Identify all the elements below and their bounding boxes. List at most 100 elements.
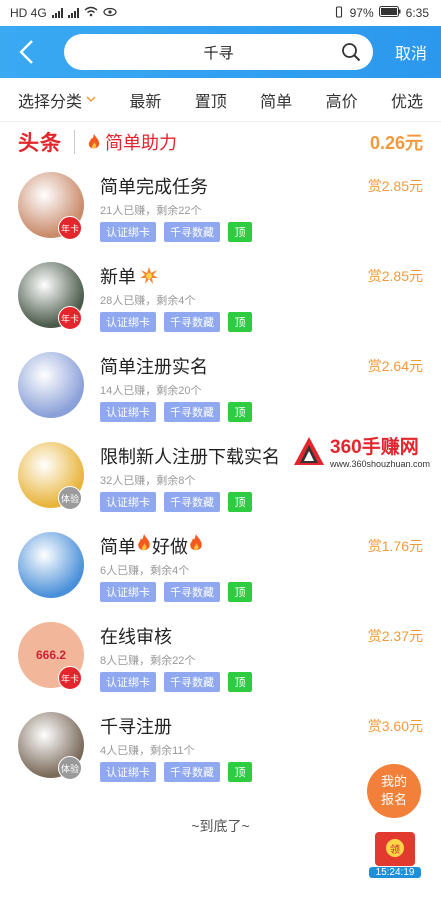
battery-percent: 97% xyxy=(349,6,374,20)
avatar: 年卡 xyxy=(18,262,84,330)
task-title-line: 新单 赏2.85元 xyxy=(100,262,423,290)
headline-badge: 头条 xyxy=(18,132,62,155)
task-chip: 顶 xyxy=(228,672,252,692)
headline-title-text: 简单助力 xyxy=(105,133,177,153)
task-title: 限制新人注册下载实名 xyxy=(100,443,280,469)
task-chip: 千寻数藏 xyxy=(164,672,220,692)
filter-latest[interactable]: 最新 xyxy=(129,88,161,112)
task-meta: 8人已赚，剩余22个 xyxy=(100,655,196,667)
task-title-text: 新单 xyxy=(100,267,136,287)
task-info: 新单 赏2.85元 28人已赚，剩余4个 认证绑卡 千寻数藏顶 xyxy=(100,262,423,332)
signal-icon-2 xyxy=(67,8,79,18)
task-meta: 14人已赚，剩余20个 xyxy=(100,385,202,397)
task-row[interactable]: 简单注册实名 赏2.64元 14人已赚，剩余20个认证绑卡 千寻数藏顶 xyxy=(18,342,423,432)
task-chip: 认证绑卡 xyxy=(100,672,156,692)
fire-icon xyxy=(190,534,202,551)
status-left: HD 4G xyxy=(10,6,117,20)
task-row[interactable]: 年卡 新单 赏2.85元 28人已赚，剩余4个 认证绑卡 千寻数藏顶 xyxy=(18,252,423,342)
task-row[interactable]: 简单 好做 赏1.76元 6人已赚，剩余4个认证绑卡 千寻数藏顶 xyxy=(18,522,423,612)
task-reward: 赏2.85元 xyxy=(367,268,423,284)
filter-simple[interactable]: 简单 xyxy=(260,88,292,112)
red-envelope-button[interactable]: 领 15:24:19 xyxy=(369,832,421,878)
fire-icon xyxy=(88,134,100,149)
coin-icon: 领 xyxy=(386,839,404,857)
my-signup-line2: 报名 xyxy=(380,792,407,807)
avatar-badge: 年卡 xyxy=(58,216,82,240)
eye-icon xyxy=(103,6,117,20)
battery-icon xyxy=(378,6,401,20)
task-reward: 赏2.37元 xyxy=(367,628,423,644)
task-chip: 顶 xyxy=(228,762,252,782)
task-list: 年卡 简单完成任务 赏2.85元 21人已赚，剩余22个 认证绑卡 千寻数藏顶年卡 新单 赏2… xyxy=(0,162,441,792)
task-chip: 顶 xyxy=(228,222,252,242)
task-chip: 千寻数藏 xyxy=(164,402,220,422)
search-input[interactable]: 千寻 xyxy=(64,34,373,70)
headline-price: 0.26元 xyxy=(369,133,423,153)
task-reward: 赏2.85元 xyxy=(367,178,423,194)
task-chip: 认证绑卡 xyxy=(100,402,156,422)
task-chip: 千寻数藏 xyxy=(164,492,220,512)
task-meta: 32人已赚，剩余8个 xyxy=(100,475,196,487)
task-meta: 6人已赚，剩余4个 xyxy=(100,565,190,577)
task-chips: 认证绑卡 千寻数藏顶 xyxy=(100,582,423,602)
search-query: 千寻 xyxy=(203,44,234,62)
avatar-badge: 体验 xyxy=(58,486,82,510)
task-info: 在线审核 赏2.37元 8人已赚，剩余22个认证绑卡 千寻数藏顶 xyxy=(100,622,423,692)
task-chip: 顶 xyxy=(228,492,252,512)
watermark-brand: 360手赚网 xyxy=(330,437,419,458)
filter-high-price[interactable]: 高价 xyxy=(326,88,358,112)
task-chip: 顶 xyxy=(228,312,252,332)
task-title-line: 在线审核 赏2.37元 xyxy=(100,622,423,650)
filter-preferred[interactable]: 优选 xyxy=(391,88,423,112)
my-signup-button[interactable]: 我的 报名 xyxy=(367,764,421,818)
avatar-badge: 体验 xyxy=(58,756,82,780)
task-chip: 认证绑卡 xyxy=(100,582,156,602)
task-chip: 顶 xyxy=(228,402,252,422)
task-chip: 顶 xyxy=(228,582,252,602)
task-chip: 认证绑卡 xyxy=(100,762,156,782)
task-title: 在线审核 xyxy=(100,623,172,649)
avatar: 年卡 xyxy=(18,172,84,240)
task-reward: 赏3.60元 xyxy=(367,718,423,734)
avatar-image xyxy=(18,352,84,418)
task-title-text: 简单 好做 xyxy=(100,533,204,559)
task-chip: 千寻数藏 xyxy=(164,312,220,332)
task-meta: 4人已赚，剩余11个 xyxy=(100,745,195,757)
task-chip: 千寻数藏 xyxy=(164,762,220,782)
task-title-line: 简单 好做 赏1.76元 xyxy=(100,532,423,560)
avatar xyxy=(18,532,84,598)
task-title-text: 千寻注册 xyxy=(100,717,172,737)
task-row[interactable]: 年卡 简单完成任务 赏2.85元 21人已赚，剩余22个 认证绑卡 千寻数藏顶 xyxy=(18,162,423,252)
task-title: 千寻注册 xyxy=(100,713,172,739)
back-button[interactable] xyxy=(10,32,44,72)
task-chip: 认证绑卡 xyxy=(100,222,156,242)
network-label: HD 4G xyxy=(10,6,47,20)
fire-icon xyxy=(138,534,150,551)
task-chips: 认证绑卡 千寻数藏顶 xyxy=(100,492,423,512)
filter-category[interactable]: 选择分类 xyxy=(18,88,96,112)
avatar: 体验 xyxy=(18,712,84,780)
status-right: 97% 6:35 xyxy=(333,5,429,21)
headline-title: 简单助力 xyxy=(87,129,370,155)
task-title-line: 千寻注册 赏3.60元 xyxy=(100,712,423,740)
watermark: 360手赚网 www.360shouzhuan.com xyxy=(292,432,430,469)
task-chip: 千寻数藏 xyxy=(164,582,220,602)
status-bar: HD 4G 97% 6:35 xyxy=(0,0,441,26)
cancel-button[interactable]: 取消 xyxy=(391,40,431,64)
task-title-text: 简单注册实名 xyxy=(100,357,208,377)
headline-banner[interactable]: 头条 简单助力 0.26元 xyxy=(0,122,441,162)
vibrate-icon xyxy=(333,5,345,21)
task-chip: 认证绑卡 xyxy=(100,492,156,512)
watermark-logo xyxy=(294,436,324,465)
my-signup-line1: 我的 xyxy=(380,774,407,789)
filter-pinned[interactable]: 置顶 xyxy=(195,88,227,112)
task-row[interactable]: 体验 千寻注册 赏3.60元 4人已赚，剩余11个认证绑卡 千寻数藏顶 xyxy=(18,702,423,792)
chevron-down-icon xyxy=(86,96,96,103)
task-reward: 赏2.64元 xyxy=(367,358,423,374)
countdown-timer: 15:24:19 xyxy=(369,867,421,878)
task-row[interactable]: 666.2 年卡 在线审核 赏2.37元 8人已赚，剩余22个 认证绑卡 千寻数藏顶 xyxy=(18,612,423,702)
search-icon[interactable] xyxy=(341,42,361,62)
wifi-icon xyxy=(84,6,98,20)
signal-icon xyxy=(51,8,63,18)
task-reward: 赏1.76元 xyxy=(367,538,423,554)
